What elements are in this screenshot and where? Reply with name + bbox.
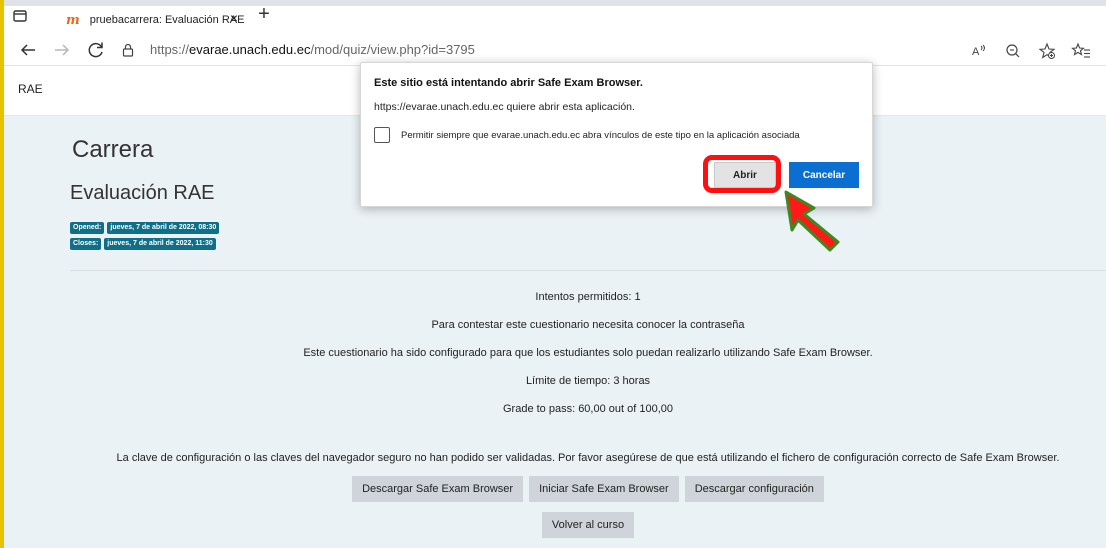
lock-icon[interactable] [120,42,136,58]
opened-row: Opened: jueves, 7 de abril de 2022, 08:3… [70,222,220,234]
closes-row: Closes: jueves, 7 de abril de 2022, 11:3… [70,238,219,250]
svg-text:A: A [972,46,980,58]
read-aloud-icon[interactable]: A [968,40,990,62]
launch-seb-button[interactable]: Iniciar Safe Exam Browser [529,476,679,502]
close-tab-icon[interactable]: × [230,10,238,26]
download-config-button[interactable]: Descargar configuración [684,476,824,502]
window-edge [0,0,4,548]
tab-active[interactable]: m pruebacarrera: Evaluación RAE × [58,6,244,34]
tab-actions-icon[interactable] [10,6,30,26]
cancel-button[interactable]: Cancelar [789,162,859,188]
back-to-course-button[interactable]: Volver al curso [541,512,635,538]
url-scheme: https:// [150,42,190,57]
opened-label: Opened: [70,222,105,234]
dialog-title: Este sitio está intentando abrir Safe Ex… [374,77,643,89]
course-title: Carrera [72,136,154,163]
favorites-icon[interactable] [1070,40,1092,62]
address-bar-actions: A [968,40,1092,62]
config-key-warning: La clave de configuración o las claves d… [116,452,1060,464]
download-seb-button[interactable]: Descargar Safe Exam Browser [352,476,524,502]
dialog-message: https://evarae.unach.edu.ec quiere abrir… [374,101,635,113]
zoom-icon[interactable] [1002,40,1024,62]
seb-button-row: Descargar Safe Exam Browser Iniciar Safe… [70,476,1106,502]
moodle-favicon-icon: m [66,12,80,28]
pointer-arrow-icon [784,190,840,252]
back-button-row: Volver al curso [70,512,1106,538]
grade-to-pass: Grade to pass: 60,00 out of 100,00 [502,403,673,415]
seb-required-notice: Este cuestionario ha sido configurado pa… [303,347,873,359]
site-name-link[interactable]: RAE [18,82,43,96]
closes-label: Closes: [70,238,102,250]
quiz-title: Evaluación RAE [70,182,215,204]
reload-icon[interactable] [84,38,108,62]
new-tab-icon[interactable]: + [252,2,276,26]
url-host: evarae.unach.edu.ec [189,42,311,57]
section-divider [70,270,1106,271]
opened-value: jueves, 7 de abril de 2022, 08:30 [107,222,220,234]
url-path: /mod/quiz/view.php?id=3795 [310,42,475,57]
tab-title: pruebacarrera: Evaluación RAE [89,14,245,26]
password-required: Para contestar este cuestionario necesit… [431,319,745,331]
forward-icon[interactable] [50,38,74,62]
add-favorite-icon[interactable] [1036,40,1058,62]
attempts-allowed: Intentos permitidos: 1 [535,291,641,303]
always-allow-checkbox[interactable] [374,127,390,143]
back-icon[interactable] [16,38,40,62]
address-bar-input[interactable]: https://evarae.unach.edu.ec/mod/quiz/vie… [150,42,475,57]
open-button-highlight [703,155,781,193]
time-limit: Límite de tiempo: 3 horas [525,375,651,387]
closes-value: jueves, 7 de abril de 2022, 11:30 [104,238,216,250]
tab-strip: m pruebacarrera: Evaluación RAE × + [4,0,1106,34]
quiz-dates: Opened: jueves, 7 de abril de 2022, 08:3… [70,222,220,254]
always-allow-label[interactable]: Permitir siempre que evarae.unach.edu.ec… [401,130,800,141]
